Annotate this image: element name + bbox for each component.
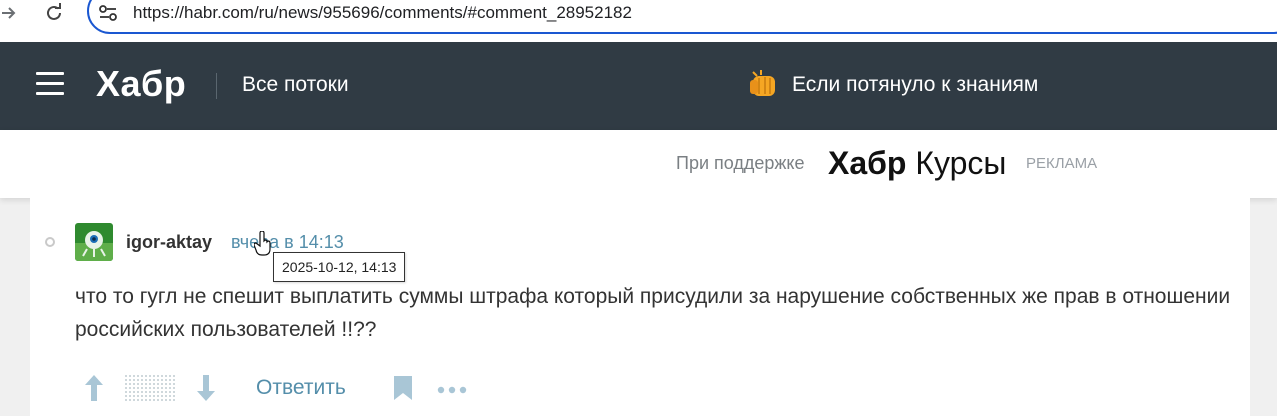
menu-icon[interactable] [36,72,64,96]
site-header: Хабр Все потоки Если потянуло к знаниям [0,42,1277,130]
ad-label: РЕКЛАМА [1026,155,1098,172]
vote-down-icon[interactable] [195,373,217,403]
site-logo[interactable]: Хабр [96,63,186,105]
promo-link[interactable]: Если потянуло к знаниям [747,70,1038,100]
vote-up-icon[interactable] [83,373,105,403]
sponsor-label: При поддержке [676,153,805,173]
sponsor-logo[interactable]: Хабр Курсы [828,145,1006,182]
url-text[interactable]: https://habr.com/ru/news/955696/comments… [133,3,632,23]
avatar[interactable] [75,223,113,261]
more-icon[interactable] [437,382,467,394]
reload-icon[interactable] [41,0,67,26]
hand-cursor-icon [253,230,272,257]
comment-author[interactable]: igor-aktay [126,232,212,253]
sponsor-banner: При поддержке Хабр Курсы РЕКЛАМА [0,130,1277,198]
time-tooltip: 2025-10-12, 14:13 [273,252,406,282]
fist-icon [750,70,775,96]
comment-body: что то гугл не спешит выплатить суммы шт… [75,285,1231,341]
header-divider [216,73,217,99]
sponsor-logo-regular: Курсы [915,145,1007,181]
forward-arrow-icon[interactable] [0,0,22,26]
sponsor-logo-bold: Хабр [828,145,907,181]
browser-toolbar: https://habr.com/ru/news/955696/comments… [0,0,1277,42]
all-flows-link[interactable]: Все потоки [242,73,349,97]
promo-text: Если потянуло к знаниям [792,73,1039,96]
rating-placeholder [125,375,175,401]
comment-time[interactable]: вчера в 14:13 [231,232,344,253]
reply-button[interactable]: Ответить [256,376,346,400]
site-info-icon[interactable] [97,3,119,23]
thread-bullet-icon [45,237,55,247]
bookmark-icon[interactable] [392,374,414,402]
